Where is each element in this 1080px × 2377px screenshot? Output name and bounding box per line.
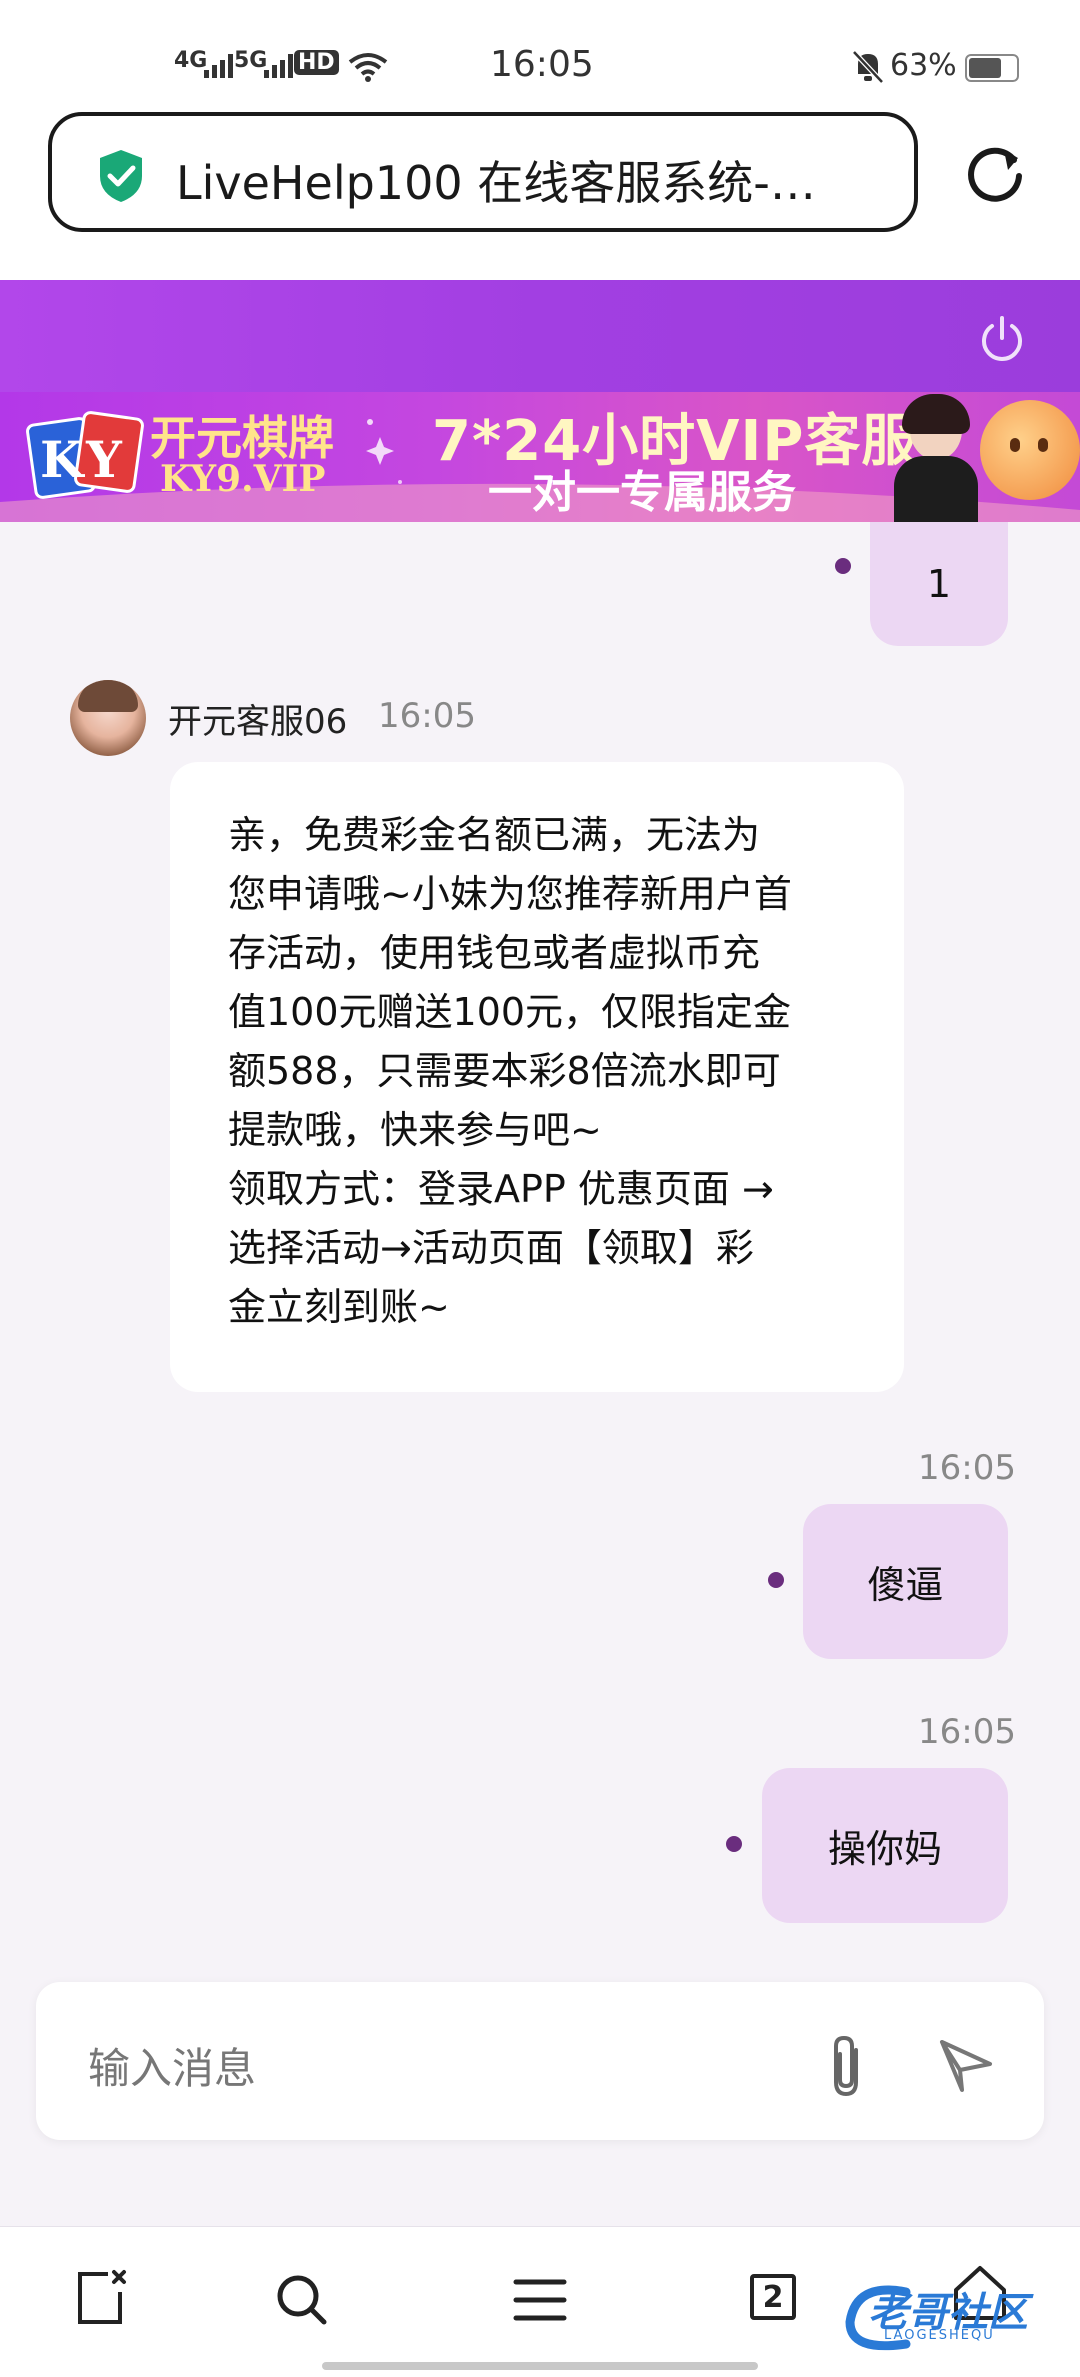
agent-name: 开元客服06 — [168, 702, 348, 742]
mascot-icon — [980, 400, 1080, 500]
message-time: 16:05 — [918, 1448, 1016, 1488]
tab-count: 2 — [762, 2279, 784, 2315]
hd-badge: HD — [294, 50, 339, 75]
mute-bell-icon — [852, 50, 884, 84]
message-time: 16:05 — [378, 696, 476, 736]
sent-status-dot — [726, 1836, 742, 1852]
signal-bars-icon — [204, 52, 233, 78]
battery-icon — [965, 54, 1019, 82]
wifi-icon — [348, 53, 388, 82]
outgoing-message-bubble: 操你妈 — [762, 1768, 1008, 1923]
message-text: 傻逼 — [867, 1563, 944, 1607]
battery-percent: 63% — [890, 48, 957, 83]
new-tab-icon[interactable] — [74, 2268, 130, 2326]
message-text: 操你妈 — [827, 1827, 942, 1871]
power-icon[interactable] — [976, 314, 1028, 366]
outgoing-message-bubble: 1 — [870, 522, 1008, 646]
search-icon[interactable] — [274, 2272, 330, 2328]
network-5g-label: 5G — [234, 48, 268, 73]
status-time: 16:05 — [490, 44, 594, 85]
shield-check-icon — [100, 150, 142, 202]
message-time: 16:05 — [918, 1712, 1016, 1752]
home-indicator[interactable] — [322, 2362, 758, 2370]
banner-subline: 一对一专属服务 — [488, 467, 796, 518]
tab-count-button[interactable]: 2 — [750, 2274, 796, 2320]
sent-status-dot — [768, 1572, 784, 1588]
sent-status-dot — [835, 558, 851, 574]
menu-icon[interactable] — [512, 2276, 568, 2324]
message-text: 1 — [926, 562, 952, 606]
signal-bars-icon — [264, 52, 293, 78]
service-agent-image — [888, 394, 984, 522]
send-icon[interactable] — [936, 2036, 996, 2096]
reload-icon[interactable] — [964, 144, 1026, 206]
avatar — [70, 680, 146, 756]
watermark-sub: LAOGESHEQU — [884, 2328, 995, 2343]
ky-logo: KY — [25, 410, 145, 500]
paperclip-icon[interactable] — [822, 2032, 874, 2102]
message-text: 亲，免费彩金名额已满，无法为 您申请哦~小妹为您推荐新用户首 存活动，使用钱包或… — [228, 813, 792, 1329]
banner-url: KY9.VIP — [160, 458, 326, 500]
page-title: LiveHelp100 在线客服系统-… — [176, 156, 816, 210]
ky-logo-text: KY — [40, 430, 126, 489]
outgoing-message-bubble: 傻逼 — [803, 1504, 1008, 1659]
chat-header — [0, 280, 1080, 392]
network-4g-label: 4G — [174, 48, 208, 73]
message-input-placeholder: 输入消息 — [88, 2044, 257, 2093]
